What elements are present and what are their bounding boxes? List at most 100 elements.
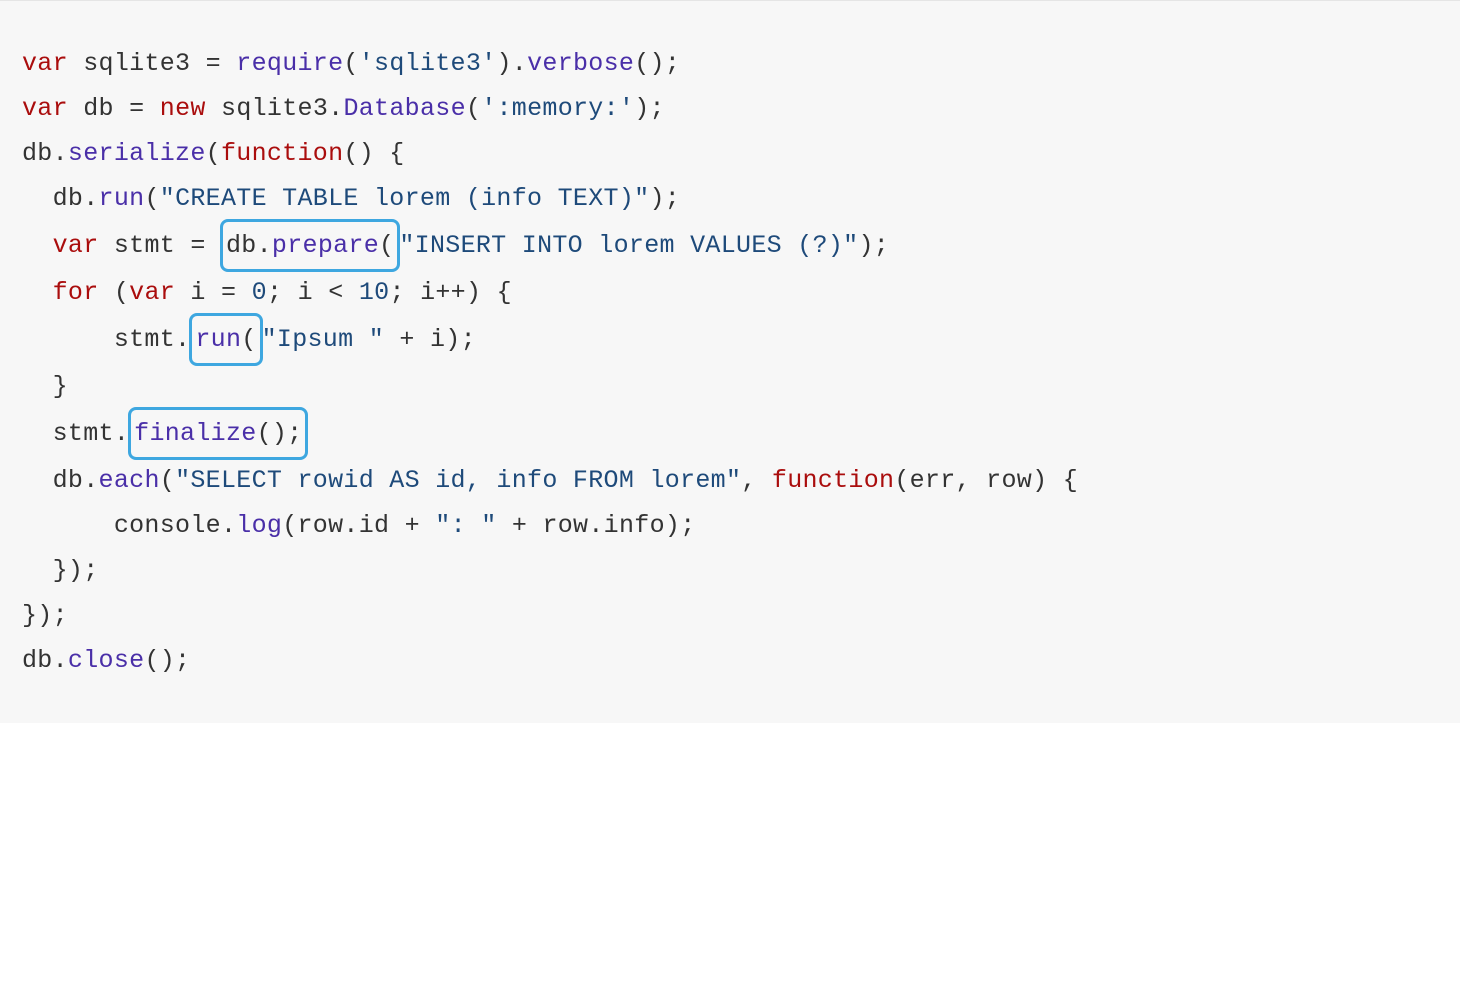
code-token: i <box>430 325 445 354</box>
highlight-box: run( <box>189 313 262 366</box>
code-token: ( <box>206 139 221 168</box>
code-token: each <box>99 466 160 495</box>
code-token: var <box>129 278 175 307</box>
code-token: 10 <box>359 278 390 307</box>
code-token: row <box>542 511 588 540</box>
code-line: stmt.finalize(); <box>22 409 1438 458</box>
code-token: . <box>512 49 527 78</box>
code-line: stmt.run("Ipsum " + i); <box>22 315 1438 364</box>
code-token: verbose <box>527 49 634 78</box>
code-token <box>22 184 53 213</box>
code-token <box>282 278 297 307</box>
code-token <box>206 231 221 260</box>
code-token: finalize <box>134 419 256 448</box>
code-token: 'sqlite3' <box>359 49 497 78</box>
code-line: db.run("CREATE TABLE lorem (info TEXT)")… <box>22 176 1438 221</box>
code-token: . <box>343 511 358 540</box>
code-token: row <box>298 511 344 540</box>
code-token: var <box>53 231 99 260</box>
code-token: "CREATE TABLE lorem (info TEXT)" <box>160 184 650 213</box>
code-line: }); <box>22 593 1438 638</box>
code-token: (); <box>257 419 303 448</box>
code-token: } <box>53 372 68 401</box>
code-token: (); <box>144 646 190 675</box>
code-token: . <box>175 325 190 354</box>
code-token: . <box>221 511 236 540</box>
code-token: sqlite3 <box>83 49 190 78</box>
code-token: "SELECT rowid AS id, info FROM lorem" <box>175 466 741 495</box>
code-token: ) <box>496 49 511 78</box>
code-token: i <box>420 278 435 307</box>
code-token: + <box>399 325 414 354</box>
code-token: . <box>83 184 98 213</box>
code-token <box>22 325 114 354</box>
code-token <box>22 231 53 260</box>
code-token: info <box>604 511 665 540</box>
code-block: var sqlite3 = require('sqlite3').verbose… <box>0 0 1460 723</box>
code-token: ( <box>466 94 481 123</box>
code-token: Database <box>343 94 465 123</box>
code-token: serialize <box>68 139 206 168</box>
code-token: require <box>236 49 343 78</box>
code-token: ( <box>160 466 175 495</box>
code-token: i <box>190 278 205 307</box>
code-token: . <box>83 466 98 495</box>
code-token <box>344 278 359 307</box>
code-token <box>236 278 251 307</box>
code-token: sqlite3 <box>221 94 328 123</box>
code-token <box>22 372 53 401</box>
code-token: ); <box>858 231 889 260</box>
code-token: = <box>129 94 144 123</box>
code-token: . <box>53 139 68 168</box>
code-token: ++ <box>435 278 466 307</box>
code-token <box>175 231 190 260</box>
code-token: console <box>114 511 221 540</box>
code-token <box>389 511 404 540</box>
code-token: ( <box>343 49 358 78</box>
code-token <box>22 419 53 448</box>
code-line: var stmt = db.prepare("INSERT INTO lorem… <box>22 221 1438 270</box>
code-token: ( <box>894 466 909 495</box>
code-token: = <box>190 231 205 260</box>
code-token: db <box>22 139 53 168</box>
code-token: ':memory:' <box>481 94 634 123</box>
code-token: stmt <box>114 325 175 354</box>
code-token: "Ipsum " <box>262 325 384 354</box>
code-line: }); <box>22 548 1438 593</box>
code-token: id <box>359 511 390 540</box>
code-token: ) <box>466 278 481 307</box>
code-token: ( <box>114 278 129 307</box>
code-token: err <box>910 466 956 495</box>
code-token: db <box>226 231 257 260</box>
code-token <box>175 278 190 307</box>
code-token: ( <box>282 511 297 540</box>
code-token <box>114 94 129 123</box>
code-line: db.each("SELECT rowid AS id, info FROM l… <box>22 458 1438 503</box>
code-token: . <box>114 419 129 448</box>
code-line: db.close(); <box>22 638 1438 683</box>
code-token <box>527 511 542 540</box>
code-line: } <box>22 364 1438 409</box>
code-token <box>190 49 205 78</box>
code-token: + <box>512 511 527 540</box>
code-token: stmt <box>114 231 175 260</box>
code-token: { <box>481 278 512 307</box>
highlight-box: db.prepare( <box>220 219 400 272</box>
code-token <box>22 511 114 540</box>
code-token: ( <box>144 184 159 213</box>
code-token: ); <box>634 94 665 123</box>
code-token: ); <box>665 511 696 540</box>
code-token: . <box>328 94 343 123</box>
code-token: + <box>405 511 420 540</box>
code-token <box>99 278 114 307</box>
code-token: () { <box>343 139 404 168</box>
code-token <box>206 278 221 307</box>
code-token <box>206 94 221 123</box>
code-line: console.log(row.id + ": " + row.info); <box>22 503 1438 548</box>
code-token: ); <box>445 325 476 354</box>
code-token: . <box>257 231 272 260</box>
code-token <box>22 278 53 307</box>
code-token: db <box>83 94 114 123</box>
code-token: 0 <box>252 278 267 307</box>
code-token: ) <box>1032 466 1047 495</box>
